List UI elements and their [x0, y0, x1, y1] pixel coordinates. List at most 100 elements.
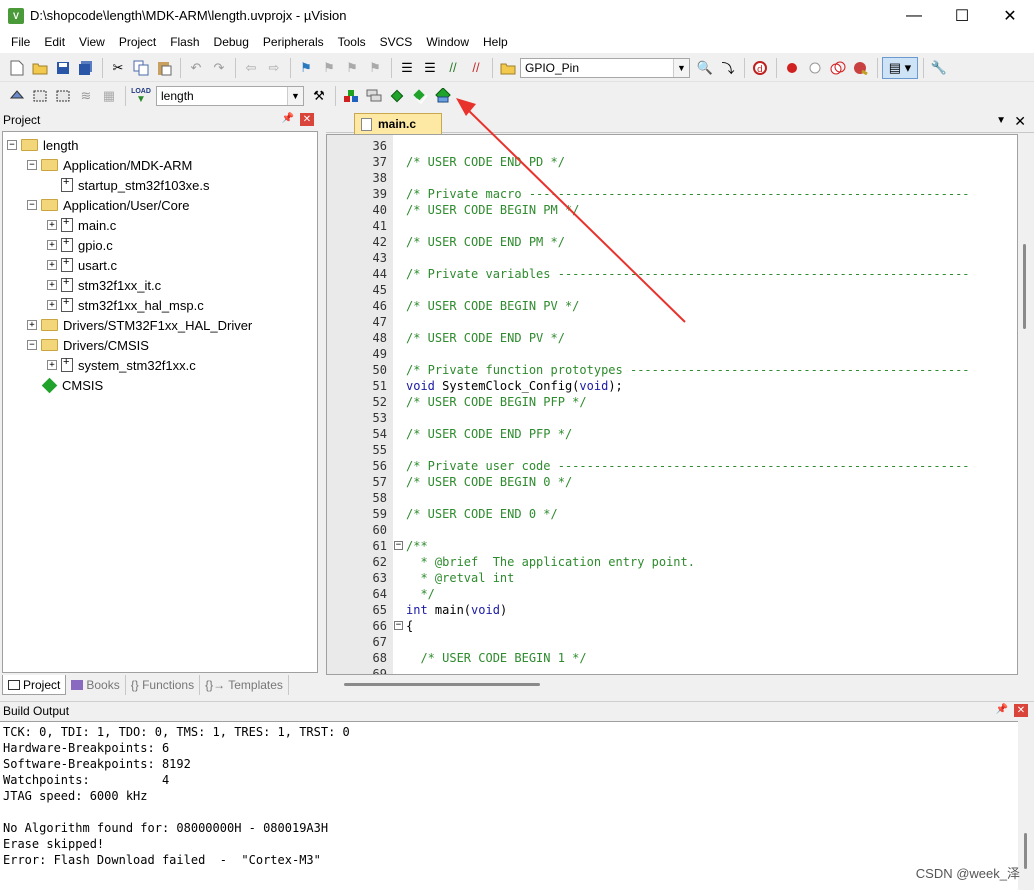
save-icon[interactable]: [52, 57, 74, 79]
configure-tools-icon[interactable]: 🔧: [928, 57, 950, 79]
download-icon[interactable]: LOAD ▼: [130, 85, 152, 107]
redo-icon[interactable]: ↷: [208, 57, 230, 79]
comment-icon[interactable]: //: [442, 57, 464, 79]
expand-icon[interactable]: +: [27, 320, 37, 330]
new-file-icon[interactable]: [6, 57, 28, 79]
expand-icon[interactable]: +: [47, 260, 57, 270]
project-panel-close-button[interactable]: ✕: [300, 113, 314, 126]
disable-breakpoint-icon[interactable]: [804, 57, 826, 79]
tab-books[interactable]: Books: [66, 675, 126, 695]
undo-icon[interactable]: ↶: [185, 57, 207, 79]
stop-build-icon[interactable]: ▦: [98, 85, 120, 107]
cut-icon[interactable]: ✂: [107, 57, 129, 79]
code-editor[interactable]: 36 37 /* USER CODE END PD */ 38 39 /* Private…: [326, 134, 1018, 675]
prev-bookmark-icon[interactable]: ⚑: [318, 57, 340, 79]
build-output-scrollbar[interactable]: [1018, 721, 1034, 890]
incremental-find-icon[interactable]: 🔍: [694, 57, 716, 79]
build-output-window[interactable]: TCK: 0, TDI: 1, TDO: 0, TMS: 1, TRES: 1,…: [0, 721, 1018, 890]
uncomment-icon[interactable]: //: [465, 57, 487, 79]
close-tab-icon[interactable]: ✕: [1014, 113, 1026, 130]
tree-item[interactable]: + Drivers/STM32F1xx_HAL_Driver: [27, 315, 252, 335]
disable-all-breakpoints-icon[interactable]: [827, 57, 849, 79]
pin-icon[interactable]: 📌: [996, 704, 1008, 715]
manage-project-items-icon[interactable]: [363, 85, 385, 107]
expand-icon[interactable]: +: [47, 220, 57, 230]
tree-item[interactable]: − Drivers/CMSIS: [27, 335, 149, 355]
paste-icon[interactable]: [153, 57, 175, 79]
expand-icon[interactable]: +: [47, 280, 57, 290]
tab-templates[interactable]: {}→ Templates: [200, 675, 289, 695]
breakpoint-icon[interactable]: [781, 57, 803, 79]
tree-item[interactable]: − length: [7, 135, 78, 155]
collapse-icon[interactable]: −: [7, 140, 17, 150]
editor-vertical-scrollbar[interactable]: [1018, 134, 1032, 675]
close-button[interactable]: ✕: [986, 0, 1034, 31]
navigate-back-icon[interactable]: ⇦: [240, 57, 262, 79]
editor-tab-main-c[interactable]: main.c: [354, 113, 442, 134]
tree-item[interactable]: + stm32f1xx_hal_msp.c: [47, 295, 204, 315]
tree-item[interactable]: CMSIS: [27, 375, 103, 395]
tree-item[interactable]: − Application/User/Core: [27, 195, 189, 215]
chevron-down-icon[interactable]: ▼: [287, 87, 303, 105]
editor-horizontal-scrollbar[interactable]: [326, 676, 1032, 693]
target-select[interactable]: length ▼: [156, 86, 304, 106]
collapse-icon[interactable]: −: [27, 340, 37, 350]
menu-debug[interactable]: Debug: [207, 35, 256, 49]
navigate-forward-icon[interactable]: ⇨: [263, 57, 285, 79]
menu-help[interactable]: Help: [476, 35, 515, 49]
open-folder-icon[interactable]: [29, 57, 51, 79]
scroll-thumb[interactable]: [344, 683, 540, 686]
tree-item[interactable]: − Application/MDK-ARM: [27, 155, 192, 175]
expand-icon[interactable]: +: [47, 360, 57, 370]
tab-list-dropdown-icon[interactable]: ▼: [996, 115, 1006, 126]
file-extensions-icon[interactable]: [340, 85, 362, 107]
menu-peripherals[interactable]: Peripherals: [256, 35, 331, 49]
batch-build-icon[interactable]: ≋: [75, 85, 97, 107]
unindent-icon[interactable]: ☰: [419, 57, 441, 79]
find-in-files-icon[interactable]: [497, 57, 519, 79]
next-bookmark-icon[interactable]: ⚑: [341, 57, 363, 79]
tree-item[interactable]: + gpio.c: [47, 235, 113, 255]
expand-icon[interactable]: +: [47, 240, 57, 250]
menu-view[interactable]: View: [72, 35, 112, 49]
menu-svcs[interactable]: SVCS: [373, 35, 420, 49]
fold-toggle-icon[interactable]: −: [394, 621, 403, 630]
maximize-button[interactable]: ☐: [938, 0, 986, 31]
translate-icon[interactable]: [6, 85, 28, 107]
collapse-icon[interactable]: −: [27, 160, 37, 170]
collapse-icon[interactable]: −: [27, 200, 37, 210]
menu-edit[interactable]: Edit: [37, 35, 72, 49]
indent-icon[interactable]: ☰: [396, 57, 418, 79]
tree-item[interactable]: startup_stm32f103xe.s: [47, 175, 210, 195]
save-all-icon[interactable]: [75, 57, 97, 79]
tab-project[interactable]: Project: [2, 675, 67, 695]
debug-session-icon[interactable]: d: [749, 57, 771, 79]
menu-project[interactable]: Project: [112, 35, 163, 49]
pack-installer-icon[interactable]: [432, 85, 454, 107]
fold-toggle-icon[interactable]: −: [394, 541, 403, 550]
menu-tools[interactable]: Tools: [331, 35, 373, 49]
pin-icon[interactable]: 📌: [282, 113, 294, 124]
minimize-button[interactable]: —: [890, 0, 938, 31]
menu-flash[interactable]: Flash: [163, 35, 206, 49]
find-icon[interactable]: ⤵: [717, 57, 739, 79]
tab-functions[interactable]: {} Functions: [126, 675, 201, 695]
window-layout-icon[interactable]: ▤ ▾: [882, 56, 918, 79]
kill-all-breakpoints-icon[interactable]: [850, 57, 872, 79]
scroll-thumb[interactable]: [1023, 244, 1026, 329]
clear-bookmarks-icon[interactable]: ⚑: [364, 57, 386, 79]
build-icon[interactable]: [29, 85, 51, 107]
target-options-icon[interactable]: ⚒: [308, 85, 330, 107]
menu-window[interactable]: Window: [419, 35, 476, 49]
menu-file[interactable]: File: [4, 35, 37, 49]
chevron-down-icon[interactable]: ▼: [673, 58, 689, 77]
select-packs-icon[interactable]: [409, 85, 431, 107]
tree-item[interactable]: + stm32f1xx_it.c: [47, 275, 161, 295]
rebuild-icon[interactable]: [52, 85, 74, 107]
scroll-thumb[interactable]: [1024, 833, 1027, 869]
copy-icon[interactable]: [130, 57, 152, 79]
expand-icon[interactable]: +: [47, 300, 57, 310]
bookmark-icon[interactable]: ⚑: [295, 57, 317, 79]
tree-item[interactable]: + system_stm32f1xx.c: [47, 355, 196, 375]
find-combo[interactable]: GPIO_Pin ▼: [520, 57, 690, 78]
